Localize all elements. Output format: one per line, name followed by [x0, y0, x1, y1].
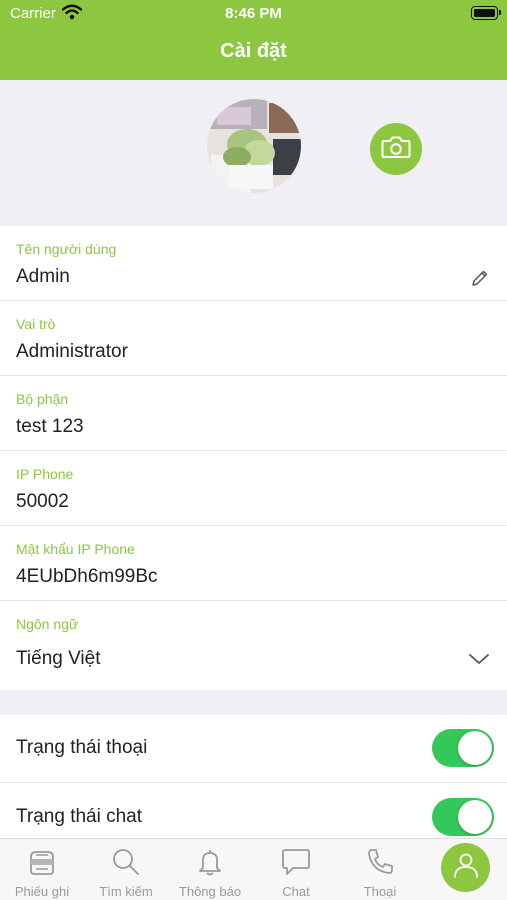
tab-calls[interactable]: Thoại [338, 839, 422, 900]
ip-phone-password-value: 4EUbDh6m99Bc [16, 566, 158, 587]
tab-label: Chat [282, 884, 310, 899]
tab-chat[interactable]: Chat [254, 839, 338, 900]
tab-profile[interactable] [441, 843, 490, 892]
voice-status-toggle[interactable] [432, 729, 494, 767]
chevron-down-icon[interactable] [468, 652, 490, 671]
department-label: Bộ phận [16, 391, 69, 407]
battery-icon [471, 6, 501, 20]
tab-notifications[interactable]: Thông báo [168, 839, 252, 900]
chat-icon [254, 846, 338, 878]
department-value: test 123 [16, 416, 84, 437]
camera-icon [381, 135, 411, 164]
language-value: Tiếng Việt [16, 648, 101, 669]
voice-status-label: Trạng thái thoại [16, 737, 148, 758]
ticket-icon [0, 846, 84, 878]
ip-phone-label: IP Phone [16, 466, 74, 482]
tab-tickets[interactable]: Phiếu ghi [0, 839, 84, 900]
language-row[interactable]: Ngôn ngữ Tiếng Việt [0, 601, 507, 690]
avatar[interactable] [207, 99, 301, 193]
pencil-icon[interactable] [471, 269, 489, 292]
tab-label: Thoại [363, 884, 397, 899]
tab-label: Thông báo [178, 884, 242, 899]
ip-phone-row: IP Phone 50002 [0, 451, 507, 526]
search-icon [84, 846, 168, 878]
tab-label: Tìm kiếm [99, 884, 153, 899]
ip-phone-password-label: Mật khẩu IP Phone [16, 541, 135, 557]
chat-status-toggle[interactable] [432, 798, 494, 836]
bell-icon [168, 846, 252, 878]
ip-phone-password-row: Mật khẩu IP Phone 4EUbDh6m99Bc [0, 526, 507, 601]
username-row[interactable]: Tên người dùng Admin [0, 226, 507, 301]
profile-icon [452, 851, 480, 884]
department-row: Bộ phận test 123 [0, 376, 507, 451]
language-label: Ngôn ngữ [16, 616, 79, 632]
role-value: Administrator [16, 341, 128, 362]
ip-phone-value: 50002 [16, 491, 69, 512]
username-label: Tên người dùng [16, 241, 117, 257]
profile-section [0, 80, 507, 226]
tab-bar: Phiếu ghi Tìm kiếm Thông báo Chat Thoại [0, 838, 507, 900]
section-separator [0, 690, 507, 715]
username-value: Admin [16, 266, 70, 287]
chat-status-label: Trạng thái chat [16, 806, 143, 827]
voice-status-row: Trạng thái thoại [0, 715, 507, 783]
status-bar: Carrier 8:46 PM [0, 0, 507, 28]
status-time: 8:46 PM [225, 5, 282, 22]
header: Carrier 8:46 PM Cài đặt [0, 0, 507, 80]
page-title: Cài đặt [220, 40, 287, 62]
role-row: Vai trò Administrator [0, 301, 507, 376]
phone-icon [338, 846, 422, 878]
change-photo-button[interactable] [370, 123, 422, 175]
tab-label: Phiếu ghi [14, 884, 70, 899]
role-label: Vai trò [16, 316, 56, 332]
tab-search[interactable]: Tìm kiếm [84, 839, 168, 900]
